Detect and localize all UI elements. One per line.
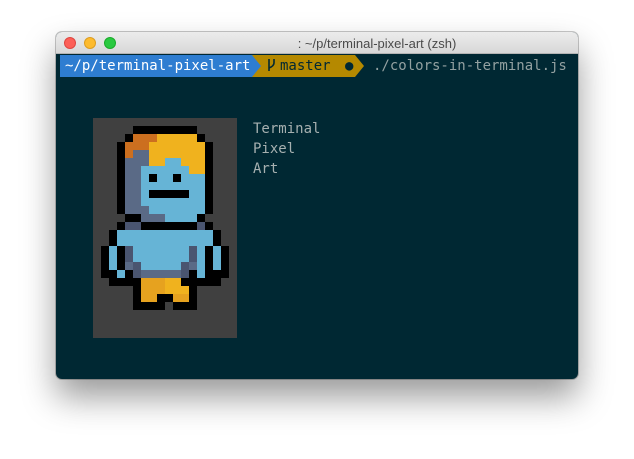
branch-name: master [280,58,331,74]
output-text: Terminal Pixel Art [253,119,320,179]
git-branch-icon [268,59,275,71]
powerline-separator [252,55,261,77]
output-line-pixel: Pixel [253,141,296,157]
command-text: ./colors-in-terminal.js [373,58,567,74]
output-line-art: Art [253,161,279,177]
output-line-terminal: Terminal [253,121,321,137]
prompt-git-segment: master ● [252,55,355,77]
pixel-art-canvas [93,118,237,338]
pixel-character-image [101,126,229,310]
window-title: : ~/p/terminal-pixel-art (zsh) [297,36,457,51]
prompt-path-segment: ~/p/terminal-pixel-art [60,55,257,77]
title-bar: : ~/p/terminal-pixel-art (zsh) [56,32,578,54]
git-dirty-indicator: ● [345,58,354,74]
shell-prompt: ~/p/terminal-pixel-art master ● ./colors… [56,55,578,77]
terminal-window: : ~/p/terminal-pixel-art (zsh) ~/p/termi… [56,32,578,379]
powerline-separator [355,55,364,77]
